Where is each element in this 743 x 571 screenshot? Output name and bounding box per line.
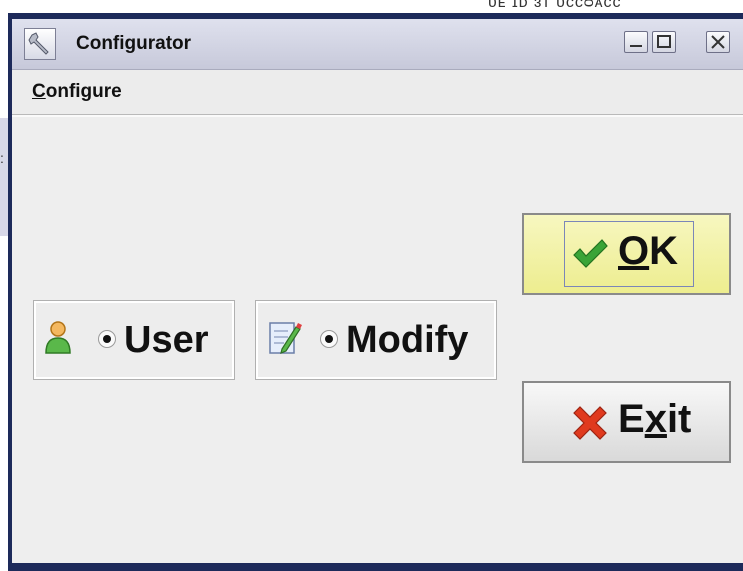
menu-configure[interactable]: Configure	[32, 81, 122, 103]
maximize-button[interactable]	[652, 31, 676, 53]
red-x-icon	[573, 406, 607, 440]
modify-label: Modify	[346, 319, 469, 361]
exit-label-pre: E	[618, 397, 645, 441]
exit-button[interactable]: Exit	[522, 381, 731, 463]
wrench-icon[interactable]	[24, 28, 56, 60]
user-option[interactable]: User	[33, 300, 235, 380]
close-button[interactable]	[706, 31, 730, 53]
menu-configure-mnemonic: C	[32, 81, 46, 102]
ok-label-rest: K	[649, 229, 679, 273]
window-title: Configurator	[76, 33, 192, 54]
exit-mnemonic: x	[644, 397, 667, 441]
title-bar[interactable]: Configurator	[12, 19, 743, 70]
modify-radio[interactable]	[320, 330, 338, 348]
user-radio[interactable]	[98, 330, 116, 348]
minimize-icon	[630, 45, 642, 47]
exit-label: Exit	[618, 397, 691, 442]
background-window-mark: :	[0, 150, 4, 166]
user-label: User	[124, 319, 209, 361]
menu-bar: Configure	[12, 70, 743, 115]
edit-document-icon	[269, 322, 302, 354]
exit-label-post: it	[666, 397, 692, 441]
ok-mnemonic: O	[618, 229, 650, 273]
minimize-button[interactable]	[624, 31, 648, 53]
configurator-window: Configurator Configure User Modify OK Ex…	[8, 13, 743, 571]
maximize-icon	[657, 35, 671, 48]
ok-label: OK	[618, 229, 678, 274]
user-icon	[45, 321, 71, 354]
menu-configure-label: onfigure	[45, 81, 122, 102]
modify-option[interactable]: Modify	[255, 300, 497, 380]
background-window-text: ᴜᴇ ɪᴅ ɜᴛ ᴜᴄᴄᴑᴀᴄᴄ	[488, 0, 622, 11]
background-window-edge	[0, 118, 8, 236]
content-panel: User Modify OK Exit	[12, 115, 743, 563]
ok-button[interactable]: OK	[522, 213, 731, 295]
close-icon	[711, 35, 725, 49]
checkmark-icon	[573, 239, 608, 268]
